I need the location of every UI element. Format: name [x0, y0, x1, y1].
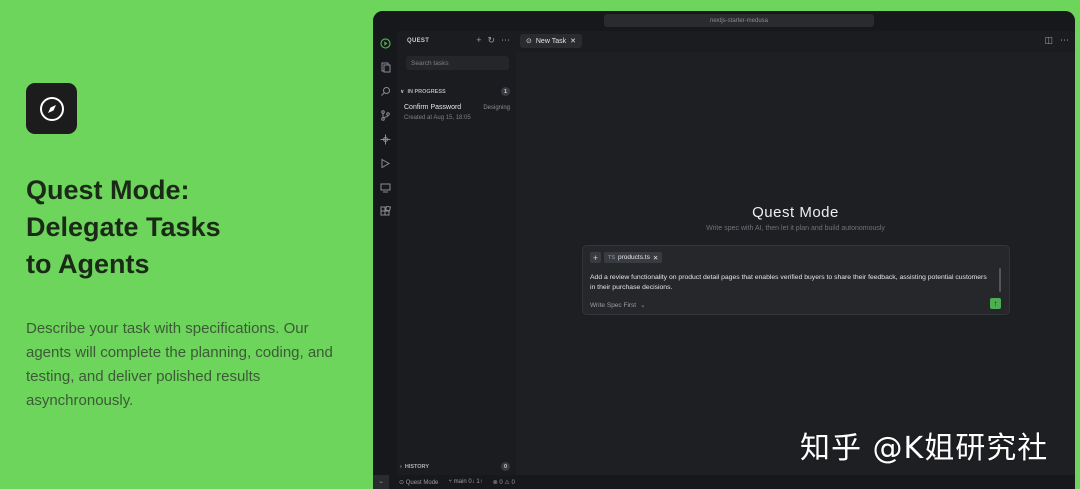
in-progress-section[interactable]: ∨ IN PROGRESS 1	[400, 87, 513, 97]
send-button[interactable]: ↑	[990, 298, 1001, 309]
close-icon[interactable]: ✕	[570, 37, 576, 45]
headline-line-3: to Agents	[26, 249, 150, 279]
project-search[interactable]: nextjs-starter-medusa	[604, 14, 874, 27]
source-control-icon[interactable]	[379, 109, 391, 121]
tab-label: New Task	[535, 37, 567, 45]
sync-label: 0↓ 1↑	[468, 479, 483, 485]
task-composer[interactable]: + TS products.ts ✕ Add a review function…	[582, 245, 1010, 315]
status-bar: ⌁ ⊙ Quest Mode ⑂ main 0↓ 1↑ ⊗ 0 ⚠ 0	[373, 475, 1075, 489]
mode-dropdown[interactable]: Write Spec First ⌄	[590, 301, 646, 310]
file-context-chip[interactable]: TS products.ts ✕	[604, 252, 663, 263]
in-progress-label: IN PROGRESS	[407, 89, 446, 95]
panel-title: QUEST	[407, 38, 430, 44]
mode-label: Write Spec First	[590, 301, 637, 309]
tab-bar: ⊙ New Task ✕ ◫ ⋯	[516, 31, 1075, 52]
tab-new-task[interactable]: ⊙ New Task ✕	[520, 34, 582, 48]
typescript-icon: TS	[608, 254, 616, 261]
activity-bar	[373, 31, 397, 479]
panel-toolbar: + ↻ ⋯	[476, 35, 510, 46]
status-branch[interactable]: ⑂ main 0↓ 1↑	[448, 479, 482, 485]
remote-status-icon[interactable]: ⌁	[373, 475, 389, 489]
chevron-down-icon: ⌄	[640, 302, 646, 309]
task-title: Confirm Password	[404, 104, 462, 111]
branch-label: main	[453, 479, 467, 485]
promo-description: Describe your task with specifications. …	[26, 320, 333, 409]
quest-tab-icon: ⊙	[526, 38, 532, 45]
quest-panel: QUEST + ↻ ⋯ Search tasks ∨ IN PROGRESS 1…	[397, 31, 517, 479]
split-editor-icon[interactable]: ◫	[1044, 35, 1053, 46]
chevron-down-icon: ∨	[400, 89, 405, 95]
status-mode-label: Quest Mode	[405, 479, 439, 486]
chevron-right-icon: ›	[400, 464, 402, 470]
headline-line-2: Delegate Tasks	[26, 212, 221, 242]
compass-icon	[39, 96, 64, 121]
status-quest-mode[interactable]: ⊙ Quest Mode	[399, 479, 438, 486]
headline-line-1: Quest Mode:	[26, 175, 190, 205]
task-item[interactable]: Confirm Password Designing Created at Au…	[397, 101, 516, 125]
remove-chip-icon[interactable]: ✕	[653, 254, 658, 262]
search-tasks-input[interactable]: Search tasks	[406, 56, 509, 70]
run-debug-icon[interactable]	[379, 157, 391, 169]
quest-icon[interactable]	[379, 37, 391, 49]
history-label: HISTORY	[404, 464, 429, 470]
promo-headline: Quest Mode: Delegate Tasks to Agents	[26, 172, 346, 283]
watermark: 知乎 @K姐研究社	[800, 431, 1049, 466]
task-prompt-input[interactable]: Add a review functionality on product de…	[590, 273, 990, 293]
add-context-button[interactable]: +	[590, 252, 601, 263]
search-icon[interactable]	[379, 85, 391, 97]
file-chip-name: products.ts	[618, 254, 650, 261]
files-icon[interactable]	[379, 61, 391, 73]
add-task-icon[interactable]: +	[476, 35, 481, 46]
history-count: 0	[501, 462, 510, 471]
extensions-icon[interactable]	[379, 133, 391, 145]
quest-editor: Quest Mode Write spec with AI, then let …	[516, 52, 1075, 479]
editor-toolbar: ◫ ⋯	[1044, 35, 1069, 46]
task-created: Created at Aug 15, 18:05	[404, 115, 471, 121]
problems-label: 0 ⚠ 0	[499, 479, 515, 486]
apps-icon[interactable]	[379, 205, 391, 217]
title-bar: nextjs-starter-medusa	[373, 11, 1075, 31]
more-icon[interactable]: ⋯	[501, 35, 510, 46]
remote-icon[interactable]	[379, 181, 391, 193]
app-logo	[26, 83, 77, 134]
task-status: Designing	[483, 105, 510, 111]
refresh-icon[interactable]: ↻	[487, 35, 495, 46]
history-section[interactable]: › HISTORY 0	[400, 462, 513, 472]
more-actions-icon[interactable]: ⋯	[1060, 35, 1069, 46]
in-progress-count: 1	[501, 87, 510, 96]
quest-mode-subtitle: Write spec with AI, then let it plan and…	[706, 225, 885, 232]
status-problems[interactable]: ⊗ 0 ⚠ 0	[493, 479, 515, 486]
ide-window: nextjs-starter-medusa QUEST + ↻ ⋯ Search…	[373, 11, 1075, 489]
quest-mode-title: Quest Mode	[752, 204, 839, 221]
prompt-scrollbar[interactable]	[999, 268, 1001, 292]
